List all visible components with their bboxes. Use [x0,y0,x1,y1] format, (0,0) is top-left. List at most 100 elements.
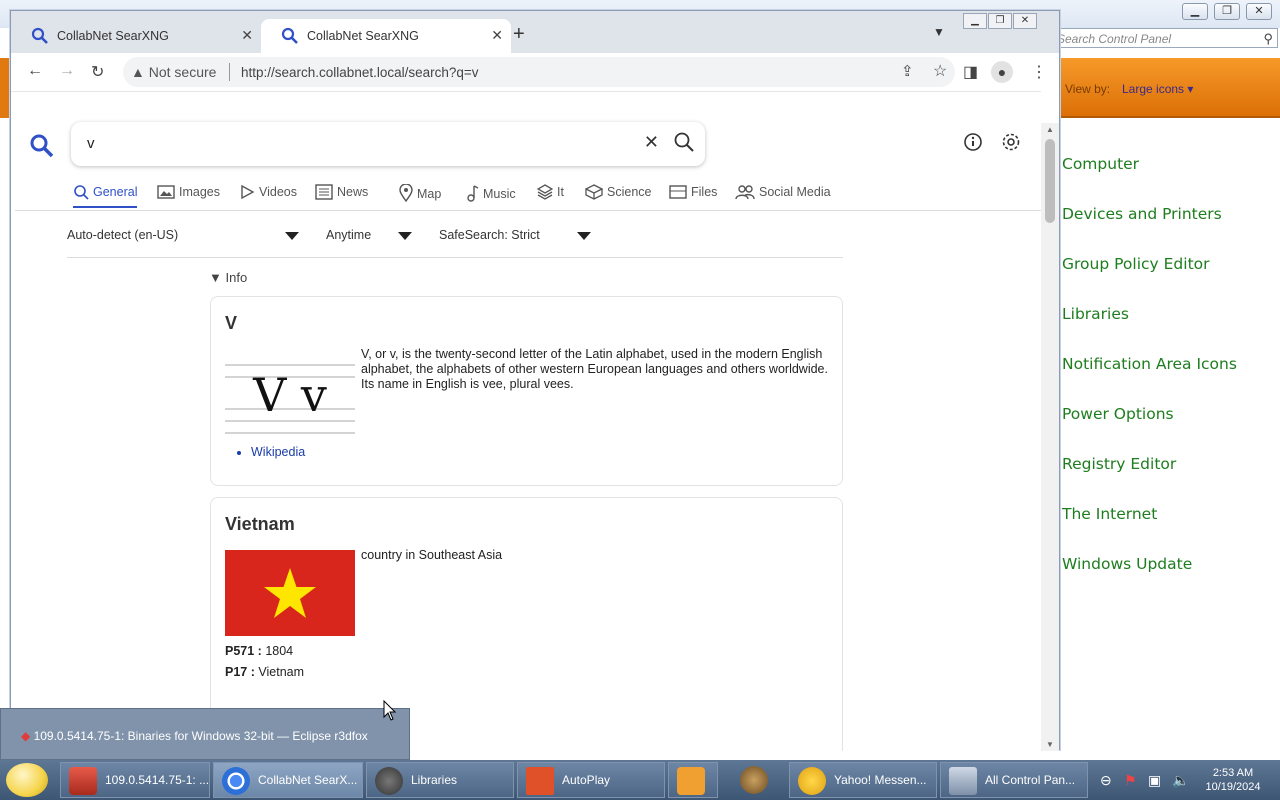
search-input[interactable]: v [87,135,95,152]
cp-item-registry-editor[interactable]: Registry Editor [1062,455,1237,505]
inbox-icon [669,185,687,199]
menu-dots-icon[interactable]: ⋮ [1031,62,1047,82]
tab-social-media[interactable]: Social Media [735,184,831,200]
cp-item-devices-and-printers[interactable]: Devices and Printers [1062,205,1237,255]
libraries-icon [375,767,403,795]
taskbar-button[interactable]: AutoPlay [517,762,665,798]
scroll-up-icon[interactable]: ▲ [1046,125,1054,134]
tab-files[interactable]: Files [669,184,717,200]
cp-item-notification-area-icons[interactable]: Notification Area Icons [1062,355,1237,405]
taskbar-button[interactable]: 109.0.5414.75-1: ... [60,762,210,798]
wikipedia-link[interactable]: Wikipedia [251,445,305,459]
tab-news[interactable]: News [315,184,368,200]
back-icon[interactable]: ← [27,62,43,80]
cp-item-windows-update[interactable]: Windows Update [1062,555,1237,605]
tab-close-icon[interactable]: ✕ [491,27,503,44]
mouse-cursor-icon [383,699,397,725]
window-controls: ▁ ❐ ✕ [963,11,1038,29]
taskbar-button[interactable]: All Control Pan... [940,762,1088,798]
action-center-icon[interactable]: ▣ [1148,772,1161,789]
browser-tab[interactable]: CollabNet SearXNG ✕ [11,19,261,53]
cp-item-power-options[interactable]: Power Options [1062,405,1237,455]
browser-tab-active[interactable]: CollabNet SearXNG ✕ [261,19,511,53]
reload-icon[interactable]: ↻ [91,62,104,82]
search-submit-icon[interactable] [673,131,695,156]
security-indicator[interactable]: ▲ Not secure [131,64,216,80]
language-select[interactable]: Auto-detect (en-US) [67,228,178,242]
taskbar-tooltip: ◆ 109.0.5414.75-1: Binaries for Windows … [0,708,410,760]
cp-item-computer[interactable]: Computer [1062,155,1237,205]
address-bar[interactable]: ▲ Not secure http://search.collabnet.loc… [123,57,955,87]
tab-search-chevron-down-icon[interactable]: ▼ [933,25,945,39]
cp-item-group-policy-editor[interactable]: Group Policy Editor [1062,255,1237,305]
clock[interactable]: 2:53 AM 10/19/2024 [1198,766,1268,794]
taskbar-button[interactable]: Libraries [366,762,514,798]
property-key: P17 : [225,665,255,679]
network-icon[interactable]: ⚑ [1124,772,1137,789]
taskbar-button[interactable] [668,762,718,798]
taskbar: 109.0.5414.75-1: ... CollabNet SearX... … [0,760,1280,800]
tooltip-text: 109.0.5414.75-1: Binaries for Windows 32… [33,729,368,743]
task-label: 109.0.5414.75-1: ... [105,773,210,787]
new-tab-icon[interactable]: + [513,23,525,46]
view-by-dropdown[interactable]: Large icons ▾ [1122,82,1193,96]
time-range-select[interactable]: Anytime [326,228,371,242]
forward-icon[interactable]: → [59,62,75,80]
info-toggle[interactable]: ▼ Info [209,270,247,285]
cp-item-libraries[interactable]: Libraries [1062,305,1237,355]
chevron-down-icon[interactable] [577,232,591,240]
side-panel-icon[interactable]: ◨ [963,62,978,82]
close-button[interactable]: ✕ [1013,13,1037,29]
chevron-down-icon[interactable] [285,232,299,240]
tab-close-icon[interactable]: ✕ [241,27,253,44]
searxng-logo-icon[interactable] [29,133,55,162]
profile-avatar-icon[interactable]: ● [991,61,1013,83]
taskbar-button[interactable] [728,762,784,798]
play-icon [241,184,255,200]
browser-toolbar: ← → ↻ ▲ Not secure http://search.collabn… [11,53,1059,91]
search-icon[interactable]: ⚲ [1263,31,1273,47]
url-text[interactable]: http://search.collabnet.local/search?q=v [241,65,479,80]
tab-images[interactable]: Images [157,184,220,200]
tab-it[interactable]: It [536,184,564,200]
card-title: V [225,313,238,333]
bookmark-star-icon[interactable]: ☆ [933,61,947,81]
tray-expand-icon[interactable]: ⊖ [1100,772,1112,789]
close-button[interactable]: ✕ [1246,3,1272,20]
restore-button[interactable]: ❐ [988,13,1012,29]
image-icon [157,185,175,199]
search-box[interactable]: v ✕ [71,122,705,166]
tab-videos[interactable]: Videos [239,184,297,200]
scroll-down-icon[interactable]: ▼ [1046,740,1054,749]
tab-label: Files [691,185,718,199]
image-caption: V v [252,368,327,422]
control-panel-search-input[interactable]: Search Control Panel ⚲ [1050,28,1278,48]
share-icon[interactable]: ⇪ [901,62,914,80]
yahoo-messenger-icon [798,767,826,795]
letter-v-image: V v [225,364,355,434]
taskbar-button[interactable]: Yahoo! Messen... [789,762,937,798]
volume-muted-icon[interactable]: 🔈 [1172,772,1189,789]
taskbar-button-active[interactable]: CollabNet SearX... [213,762,363,798]
card-property: P571 : 1804 [225,644,293,658]
tab-science[interactable]: Science [584,184,651,200]
info-label: Info [225,270,248,285]
gear-icon[interactable] [1001,132,1021,155]
tab-map[interactable]: Map [399,183,441,203]
clock-date: 10/19/2024 [1205,781,1261,793]
restore-button[interactable]: ❐ [1214,3,1240,20]
tab-general[interactable]: General [73,184,138,208]
chrome-icon [222,767,250,795]
clear-search-icon[interactable]: ✕ [644,132,659,153]
info-icon[interactable] [963,132,983,155]
media-player-icon [677,767,705,795]
minimize-button[interactable]: ▁ [963,13,987,29]
chevron-down-icon[interactable] [398,232,412,240]
minimize-button[interactable]: ▁ [1182,3,1208,20]
scrollbar[interactable]: ▲ ▼ [1041,123,1059,751]
start-button[interactable] [6,763,48,797]
scrollbar-thumb[interactable] [1045,139,1055,223]
cp-item-the-internet[interactable]: The Internet [1062,505,1237,555]
tab-music[interactable]: Music [465,184,516,202]
safesearch-select[interactable]: SafeSearch: Strict [439,228,540,242]
